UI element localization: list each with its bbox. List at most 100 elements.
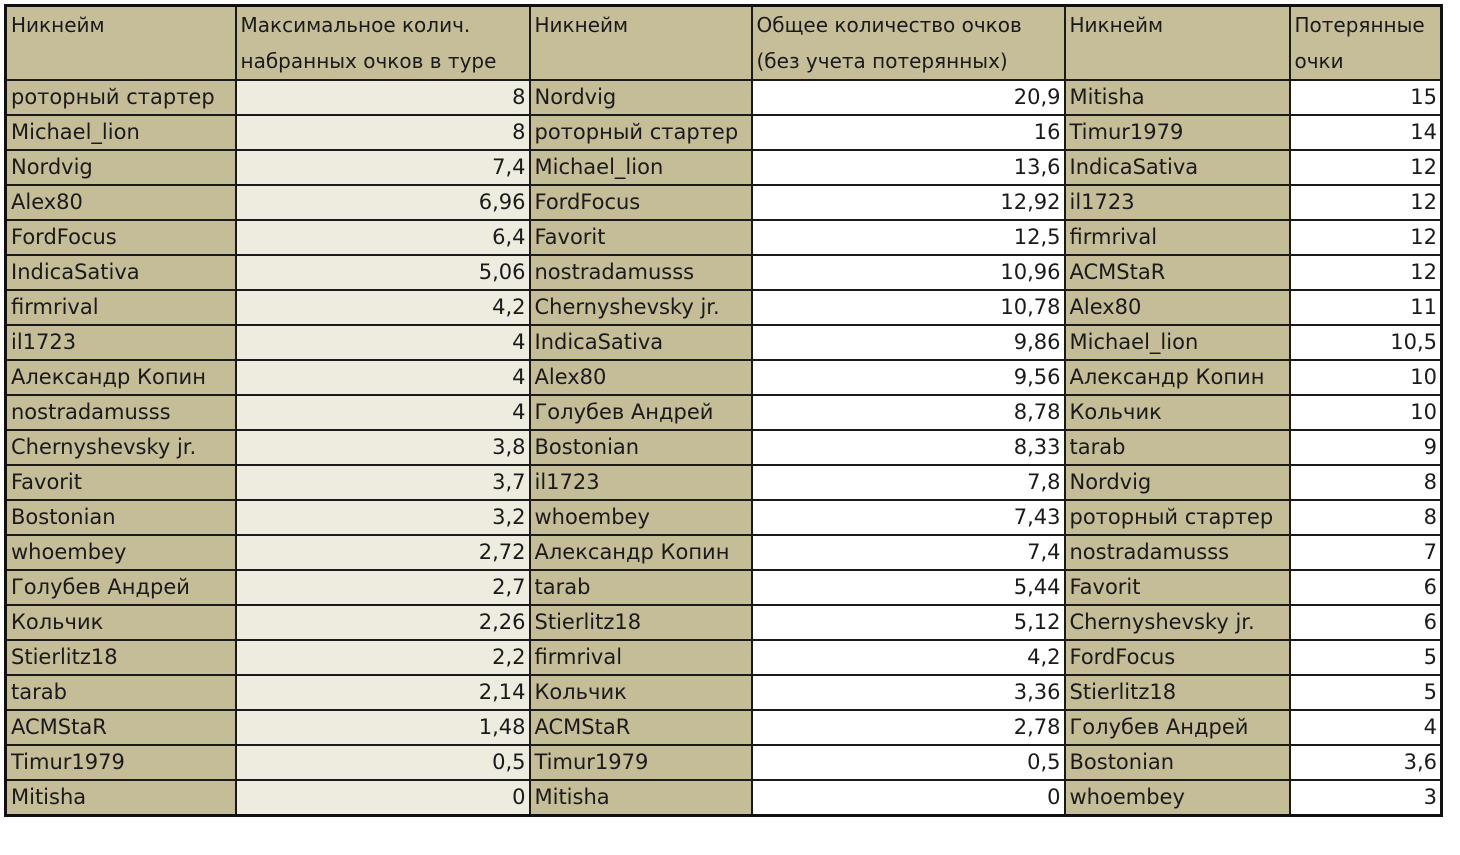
total-points-cell[interactable]: 10,78 (750, 289, 1066, 326)
nickname-cell[interactable]: whoembey (1063, 779, 1291, 817)
max-points-cell[interactable]: 4 (234, 324, 531, 361)
nickname-cell[interactable]: firmrival (528, 639, 753, 676)
max-points-cell[interactable]: 7,4 (234, 149, 531, 186)
nickname-cell[interactable]: il1723 (528, 464, 753, 501)
total-points-cell[interactable]: 5,12 (750, 604, 1066, 641)
nickname-cell[interactable]: firmrival (1063, 219, 1291, 256)
lost-points-cell[interactable]: 15 (1288, 79, 1443, 116)
nickname-cell[interactable]: Favorit (1063, 569, 1291, 606)
lost-points-cell[interactable]: 14 (1288, 114, 1443, 151)
total-points-cell[interactable]: 8,78 (750, 394, 1066, 431)
max-points-cell[interactable]: 3,8 (234, 429, 531, 466)
lost-points-cell[interactable]: 12 (1288, 219, 1443, 256)
lost-points-cell[interactable]: 11 (1288, 289, 1443, 326)
total-points-cell[interactable]: 7,8 (750, 464, 1066, 501)
nickname-cell[interactable]: роторный стартер (4, 79, 237, 116)
nickname-cell[interactable]: IndicaSativa (528, 324, 753, 361)
lost-points-cell[interactable]: 5 (1288, 639, 1443, 676)
nickname-cell[interactable]: whoembey (528, 499, 753, 536)
nickname-cell[interactable]: Александр Копин (528, 534, 753, 571)
nickname-cell[interactable]: Nordvig (1063, 464, 1291, 501)
total-points-cell[interactable]: 13,6 (750, 149, 1066, 186)
max-points-cell[interactable]: 6,96 (234, 184, 531, 221)
nickname-cell[interactable]: IndicaSativa (1063, 149, 1291, 186)
max-points-cell[interactable]: 3,7 (234, 464, 531, 501)
nickname-cell[interactable]: Голубев Андрей (1063, 709, 1291, 746)
nickname-cell[interactable]: Голубев Андрей (528, 394, 753, 431)
nickname-cell[interactable]: il1723 (1063, 184, 1291, 221)
nickname-cell[interactable]: Mitisha (1063, 79, 1291, 116)
max-points-cell[interactable]: 8 (234, 114, 531, 151)
max-points-cell[interactable]: 2,14 (234, 674, 531, 711)
nickname-cell[interactable]: nostradamusss (528, 254, 753, 291)
lost-points-cell[interactable]: 3 (1288, 779, 1443, 817)
nickname-cell[interactable]: Alex80 (528, 359, 753, 396)
lost-points-cell[interactable]: 8 (1288, 464, 1443, 501)
nickname-cell[interactable]: Favorit (528, 219, 753, 256)
header-nickname-1[interactable]: Никнейм (4, 4, 237, 81)
max-points-cell[interactable]: 4,2 (234, 289, 531, 326)
nickname-cell[interactable]: Кольчик (528, 674, 753, 711)
total-points-cell[interactable]: 0 (750, 779, 1066, 817)
max-points-cell[interactable]: 2,72 (234, 534, 531, 571)
max-points-cell[interactable]: 2,2 (234, 639, 531, 676)
header-nickname-2[interactable]: Никнейм (528, 4, 753, 81)
nickname-cell[interactable]: ACMStaR (528, 709, 753, 746)
nickname-cell[interactable]: Michael_lion (528, 149, 753, 186)
header-total-points[interactable]: Общее количество очков (без учета потеря… (750, 4, 1066, 81)
total-points-cell[interactable]: 8,33 (750, 429, 1066, 466)
total-points-cell[interactable]: 2,78 (750, 709, 1066, 746)
lost-points-cell[interactable]: 10 (1288, 394, 1443, 431)
total-points-cell[interactable]: 4,2 (750, 639, 1066, 676)
nickname-cell[interactable]: Michael_lion (4, 114, 237, 151)
lost-points-cell[interactable]: 4 (1288, 709, 1443, 746)
max-points-cell[interactable]: 5,06 (234, 254, 531, 291)
nickname-cell[interactable]: tarab (1063, 429, 1291, 466)
nickname-cell[interactable]: Bostonian (528, 429, 753, 466)
max-points-cell[interactable]: 2,26 (234, 604, 531, 641)
max-points-cell[interactable]: 3,2 (234, 499, 531, 536)
nickname-cell[interactable]: nostradamusss (1063, 534, 1291, 571)
max-points-cell[interactable]: 0,5 (234, 744, 531, 781)
nickname-cell[interactable]: Alex80 (1063, 289, 1291, 326)
nickname-cell[interactable]: Stierlitz18 (528, 604, 753, 641)
total-points-cell[interactable]: 16 (750, 114, 1066, 151)
nickname-cell[interactable]: nostradamusss (4, 394, 237, 431)
nickname-cell[interactable]: Bostonian (4, 499, 237, 536)
total-points-cell[interactable]: 0,5 (750, 744, 1066, 781)
nickname-cell[interactable]: FordFocus (1063, 639, 1291, 676)
nickname-cell[interactable]: ACMStaR (4, 709, 237, 746)
nickname-cell[interactable]: Кольчик (4, 604, 237, 641)
nickname-cell[interactable]: Timur1979 (1063, 114, 1291, 151)
nickname-cell[interactable]: Голубев Андрей (4, 569, 237, 606)
max-points-cell[interactable]: 2,7 (234, 569, 531, 606)
lost-points-cell[interactable]: 10,5 (1288, 324, 1443, 361)
total-points-cell[interactable]: 9,86 (750, 324, 1066, 361)
header-max-points[interactable]: Максимальное колич. набранных очков в ту… (234, 4, 531, 81)
nickname-cell[interactable]: Favorit (4, 464, 237, 501)
nickname-cell[interactable]: Alex80 (4, 184, 237, 221)
total-points-cell[interactable]: 3,36 (750, 674, 1066, 711)
nickname-cell[interactable]: tarab (528, 569, 753, 606)
nickname-cell[interactable]: FordFocus (4, 219, 237, 256)
max-points-cell[interactable]: 0 (234, 779, 531, 817)
nickname-cell[interactable]: IndicaSativa (4, 254, 237, 291)
nickname-cell[interactable]: ACMStaR (1063, 254, 1291, 291)
nickname-cell[interactable]: Chernyshevsky jr. (528, 289, 753, 326)
nickname-cell[interactable]: Timur1979 (4, 744, 237, 781)
total-points-cell[interactable]: 5,44 (750, 569, 1066, 606)
max-points-cell[interactable]: 4 (234, 359, 531, 396)
nickname-cell[interactable]: Bostonian (1063, 744, 1291, 781)
total-points-cell[interactable]: 7,43 (750, 499, 1066, 536)
lost-points-cell[interactable]: 12 (1288, 149, 1443, 186)
header-nickname-3[interactable]: Никнейм (1063, 4, 1291, 81)
lost-points-cell[interactable]: 9 (1288, 429, 1443, 466)
nickname-cell[interactable]: Nordvig (528, 79, 753, 116)
max-points-cell[interactable]: 6,4 (234, 219, 531, 256)
max-points-cell[interactable]: 1,48 (234, 709, 531, 746)
max-points-cell[interactable]: 8 (234, 79, 531, 116)
nickname-cell[interactable]: роторный стартер (528, 114, 753, 151)
nickname-cell[interactable]: il1723 (4, 324, 237, 361)
nickname-cell[interactable]: FordFocus (528, 184, 753, 221)
nickname-cell[interactable]: Nordvig (4, 149, 237, 186)
